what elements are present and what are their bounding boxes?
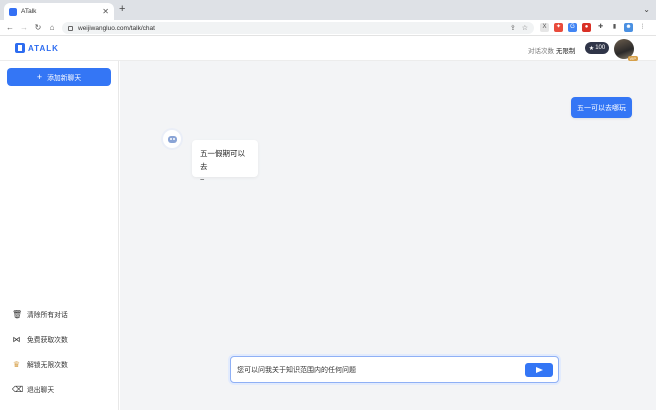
sidebar-item-label: 免费获取次数 — [27, 337, 68, 344]
logo-text: ATALK — [28, 43, 59, 53]
user-message-bubble: 五一可以去哪玩 — [571, 97, 632, 118]
tab-favicon-icon — [9, 7, 17, 16]
address-url[interactable]: weijiwangluo.com/talk/chat — [78, 25, 504, 32]
bookmark-star-icon[interactable]: ☆ — [522, 24, 528, 32]
free-credits-button[interactable]: ⋈ 免费获取次数 — [12, 334, 68, 345]
exit-chat-button[interactable]: ⌫ 退出聊天 — [12, 384, 55, 395]
points-value: 100 — [595, 45, 606, 51]
trash-icon: 🗑 — [12, 309, 23, 319]
ext-translate-icon[interactable]: G — [568, 23, 577, 32]
chat-composer — [230, 356, 559, 383]
send-icon — [535, 367, 543, 373]
sidebar: + 添加新聊天 🗑 清除所有对话 ⋈ 免费获取次数 ♛ 解锁无限次数 ⌫ 退出聊… — [0, 61, 119, 410]
add-new-chat-button[interactable]: + 添加新聊天 — [7, 68, 111, 86]
new-tab-button[interactable]: + — [119, 4, 125, 15]
lock-icon — [68, 25, 73, 31]
forward-arrow-icon[interactable]: → — [17, 23, 31, 32]
app-header: ATALK 对话次数 无限制 ★ 100 VIP — [0, 36, 656, 61]
tab-close-icon[interactable]: ✕ — [102, 7, 109, 16]
quota-label: 对话次数 — [528, 48, 554, 55]
star-icon: ★ — [588, 45, 595, 52]
browser-toolbar: ← → ↻ ⌂ weijiwangluo.com/talk/chat ⇪ ☆ X… — [0, 20, 656, 36]
atalk-logo[interactable]: ATALK — [15, 43, 59, 53]
user-avatar-menu[interactable]: VIP — [614, 39, 638, 61]
ext-profile-icon[interactable]: ☻ — [624, 23, 633, 32]
address-bar[interactable]: weijiwangluo.com/talk/chat ⇪ ☆ — [62, 22, 534, 34]
sidebar-item-label: 退出聊天 — [27, 387, 55, 394]
unlock-unlimited-button[interactable]: ♛ 解锁无限次数 — [12, 359, 68, 370]
exit-icon: ⌫ — [12, 384, 24, 394]
tab-title: ATalk — [21, 8, 37, 15]
share-nodes-icon: ⋈ — [12, 334, 21, 344]
chat-area: 五一可以去哪玩 五一假期可以去 ~ — [120, 61, 656, 410]
robot-icon — [167, 135, 177, 143]
ext-red-icon[interactable]: ● — [582, 23, 591, 32]
home-icon[interactable]: ⌂ — [45, 23, 59, 32]
back-arrow-icon[interactable]: ← — [3, 23, 17, 32]
crown-icon: ♛ — [12, 359, 21, 369]
ext-puzzle-icon[interactable]: ✚ — [596, 23, 605, 32]
reload-icon[interactable]: ↻ — [31, 23, 45, 32]
plus-icon: + — [36, 71, 43, 82]
ext-x-icon[interactable]: X — [540, 23, 549, 32]
browser-tab-bar: ATalk ✕ + ⌄ — [0, 0, 656, 20]
logo-mark-icon — [15, 43, 25, 53]
chat-quota: 对话次数 无限制 — [528, 45, 575, 55]
bot-message-line: 五一假期可以去 — [200, 149, 245, 171]
sidebar-item-label: 解锁无限次数 — [27, 362, 68, 369]
bot-message-bubble: 五一假期可以去 ~ — [192, 140, 258, 184]
share-icon[interactable]: ⇪ — [510, 24, 516, 32]
bot-avatar — [163, 130, 181, 148]
points-badge[interactable]: ★ 100 — [585, 42, 609, 54]
browser-tab-atalk[interactable]: ATalk ✕ — [4, 3, 114, 20]
sidebar-item-label: 清除所有对话 — [27, 312, 68, 319]
ext-sidepanel-icon[interactable]: ▮ — [610, 23, 619, 32]
add-new-chat-label: 添加新聊天 — [47, 75, 82, 82]
clear-all-chats-button[interactable]: 🗑 清除所有对话 — [12, 309, 68, 320]
send-button[interactable] — [525, 363, 553, 377]
ext-menu-icon[interactable]: ⋮ — [638, 23, 647, 32]
bot-message-line: ~ — [200, 175, 205, 184]
quota-value: 无限制 — [555, 48, 576, 55]
tab-search-chevron-icon[interactable]: ⌄ — [643, 5, 650, 14]
chat-input[interactable] — [237, 363, 517, 377]
ext-colorful-icon[interactable]: ✦ — [554, 23, 563, 32]
extensions-area: X ✦ G ● ✚ ▮ ☻ ⋮ — [540, 23, 647, 32]
